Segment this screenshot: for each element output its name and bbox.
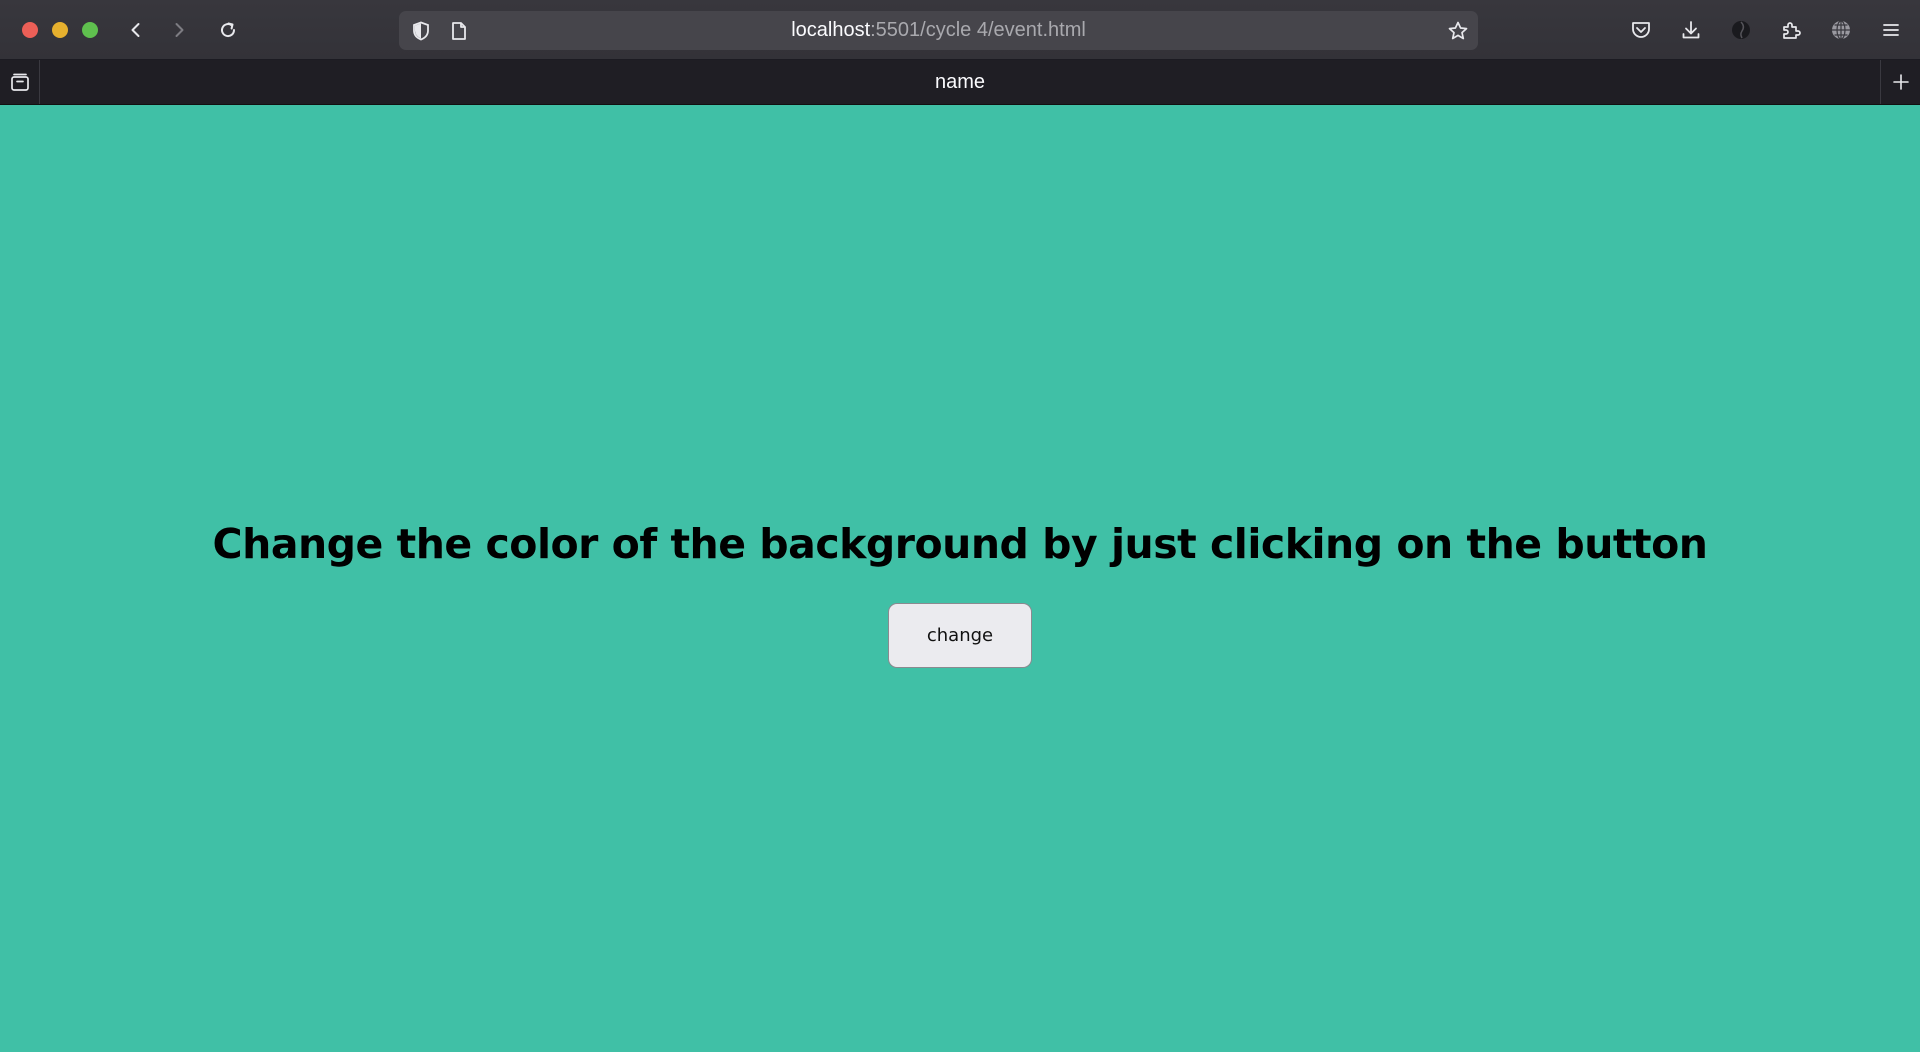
- browser-window: localhost:5501/cycle 4/event.html name C…: [0, 0, 1920, 1052]
- menu-button[interactable]: [1875, 14, 1907, 46]
- menu-icon: [1883, 24, 1899, 36]
- plus-icon: [1892, 74, 1909, 90]
- page-heading: Change the color of the background by ju…: [212, 520, 1708, 568]
- url-text[interactable]: localhost:5501/cycle 4/event.html: [399, 11, 1478, 50]
- back-button[interactable]: [120, 14, 152, 46]
- address-bar[interactable]: localhost:5501/cycle 4/event.html: [399, 11, 1478, 50]
- window-close-button[interactable]: [22, 22, 38, 38]
- reload-button[interactable]: [212, 14, 244, 46]
- globe-icon: [1832, 20, 1850, 40]
- browser-toolbar: localhost:5501/cycle 4/event.html: [0, 0, 1920, 60]
- back-icon: [131, 23, 140, 37]
- account-button[interactable]: [1725, 14, 1757, 46]
- tab-overview-button[interactable]: [0, 60, 40, 104]
- star-icon[interactable]: [1447, 20, 1469, 42]
- window-minimize-button[interactable]: [52, 22, 68, 38]
- forward-icon: [175, 23, 184, 37]
- globe-button[interactable]: [1825, 14, 1857, 46]
- pocket-icon: [1632, 22, 1650, 38]
- download-icon: [1682, 21, 1700, 39]
- forward-button[interactable]: [163, 14, 195, 46]
- new-tab-button[interactable]: [1880, 60, 1920, 104]
- reload-icon: [221, 22, 236, 38]
- tab-active[interactable]: name: [40, 60, 1880, 104]
- download-button[interactable]: [1675, 14, 1707, 46]
- pocket-button[interactable]: [1625, 14, 1657, 46]
- page-content: Change the color of the background by ju…: [0, 105, 1920, 1052]
- extensions-icon: [1783, 22, 1801, 39]
- extensions-button[interactable]: [1775, 14, 1807, 46]
- url-host: localhost: [791, 19, 871, 41]
- change-button[interactable]: change: [888, 603, 1032, 668]
- url-path: :5501/cycle 4/event.html: [870, 19, 1086, 41]
- tab-bar: name: [0, 60, 1920, 105]
- account-icon: [1732, 21, 1750, 39]
- tab-overview-icon: [10, 73, 29, 91]
- window-maximize-button[interactable]: [82, 22, 98, 38]
